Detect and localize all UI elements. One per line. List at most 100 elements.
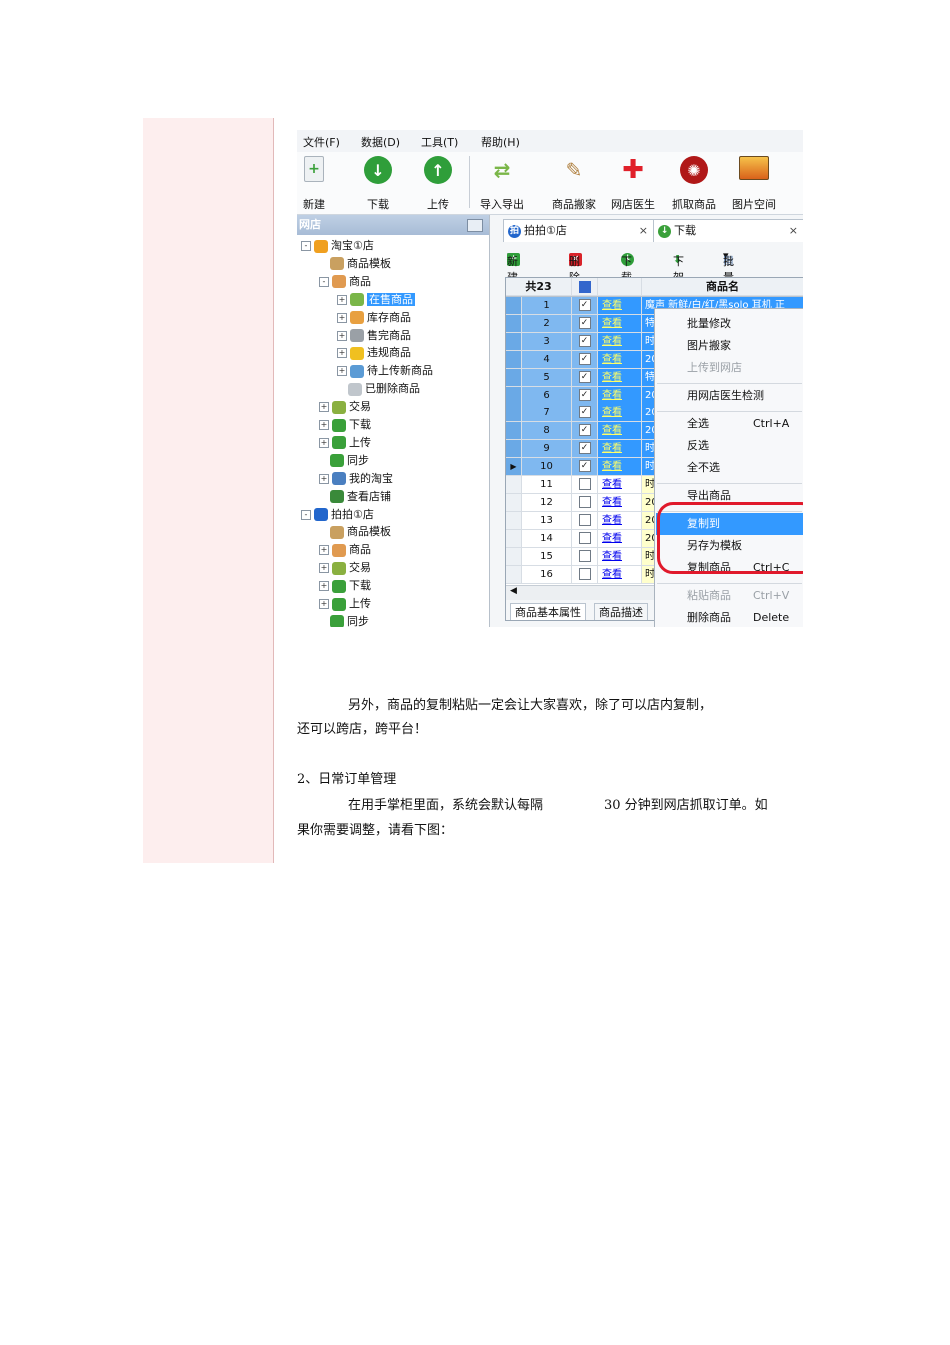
- tree-node[interactable]: + 上传: [319, 434, 371, 451]
- row-checkbox[interactable]: ✓: [578, 316, 591, 329]
- row-view-link-text[interactable]: 查看: [602, 497, 622, 508]
- row-view-link-text[interactable]: 查看: [602, 425, 622, 436]
- tree-expander-icon[interactable]: -: [301, 241, 311, 251]
- row-view-link-text[interactable]: 查看: [602, 390, 622, 401]
- row-checkbox-cell[interactable]: ✓: [572, 386, 598, 405]
- tree-expander-icon[interactable]: +: [337, 312, 347, 323]
- tree-node[interactable]: + 商品: [319, 541, 371, 558]
- tree-node[interactable]: + 下载: [319, 416, 371, 433]
- row-view-link-text[interactable]: 查看: [602, 551, 622, 562]
- row-checkbox[interactable]: [578, 549, 591, 562]
- tree-expander-icon[interactable]: +: [319, 599, 329, 609]
- row-checkbox-cell[interactable]: ✓: [572, 440, 598, 459]
- row-view-link[interactable]: 查看: [598, 511, 642, 530]
- row-checkbox[interactable]: [578, 567, 591, 580]
- row-checkbox-cell[interactable]: ✓: [572, 368, 598, 387]
- tree-node[interactable]: 同步: [319, 452, 369, 469]
- toolbar-image-space-button[interactable]: 图片空间: [729, 156, 779, 211]
- context-menu-item[interactable]: 批量修改: [687, 315, 731, 333]
- row-view-link[interactable]: 查看: [598, 404, 642, 423]
- tree-node[interactable]: 已删除商品: [337, 380, 420, 397]
- row-checkbox-cell[interactable]: [572, 547, 598, 566]
- context-menu-item[interactable]: 粘贴商品 Ctrl+V: [687, 587, 789, 605]
- row-checkbox-cell[interactable]: ✓: [572, 332, 598, 351]
- tree-node[interactable]: - 拍拍①店: [301, 506, 374, 523]
- row-view-link[interactable]: 查看: [598, 565, 642, 584]
- tree-node[interactable]: - 淘宝①店: [301, 237, 374, 254]
- row-checkbox-cell[interactable]: ✓: [572, 422, 598, 441]
- bottom-tab-desc[interactable]: 商品描述: [594, 603, 648, 620]
- row-view-link-text[interactable]: 查看: [602, 372, 622, 383]
- sub-new-button[interactable]: +新建 ▾: [507, 249, 520, 284]
- menu-file[interactable]: 文件(F): [303, 134, 340, 150]
- tree-node[interactable]: + 售完商品: [337, 327, 411, 344]
- context-menu-item[interactable]: 全选 Ctrl+A: [687, 415, 789, 433]
- row-checkbox[interactable]: [578, 478, 591, 490]
- row-checkbox[interactable]: ✓: [578, 299, 591, 311]
- context-menu-item[interactable]: 用网店医生检测: [687, 387, 764, 405]
- bottom-tab-basic[interactable]: 商品基本属性: [510, 603, 586, 620]
- select-all-checkbox[interactable]: [578, 281, 591, 293]
- tree-node[interactable]: + 在售商品: [337, 291, 415, 308]
- sub-batch-edit-button[interactable]: ▤ 批量修改 ▾: [723, 249, 734, 316]
- tree-node[interactable]: 查看店铺: [319, 488, 391, 505]
- tree-expander-icon[interactable]: -: [301, 509, 311, 520]
- tree-node[interactable]: - 商品: [319, 273, 371, 290]
- row-view-link[interactable]: 查看: [598, 386, 642, 405]
- context-menu-item[interactable]: 全不选: [687, 459, 720, 477]
- row-view-link-text[interactable]: 查看: [602, 407, 622, 418]
- context-menu-item[interactable]: 图片搬家: [687, 337, 731, 355]
- row-view-link[interactable]: 查看: [598, 368, 642, 387]
- pin-icon[interactable]: [467, 219, 483, 232]
- row-checkbox-cell[interactable]: ✓: [572, 350, 598, 369]
- row-view-link-text[interactable]: 查看: [602, 479, 622, 490]
- row-view-link-text[interactable]: 查看: [602, 569, 622, 580]
- toolbar-shop-doctor-button[interactable]: ✚ 网店医生: [608, 155, 658, 211]
- tab-paipai-shop[interactable]: 拍拍拍①店 ×: [503, 219, 655, 242]
- tree-expander-icon[interactable]: +: [319, 563, 329, 574]
- toolbar-new-button[interactable]: + 新建: [297, 156, 339, 211]
- row-view-link[interactable]: 查看: [598, 493, 642, 512]
- row-checkbox[interactable]: ✓: [578, 352, 591, 365]
- row-checkbox[interactable]: [578, 531, 591, 544]
- row-view-link[interactable]: 查看: [598, 547, 642, 566]
- tree-expander-icon[interactable]: +: [319, 581, 329, 592]
- context-menu-item[interactable]: 上传到网店: [687, 359, 742, 377]
- row-view-link[interactable]: 查看: [598, 332, 642, 351]
- tree-node[interactable]: + 库存商品: [337, 309, 411, 326]
- tree-expander-icon[interactable]: -: [319, 276, 329, 287]
- row-view-link[interactable]: 查看: [598, 529, 642, 548]
- tree-expander-icon[interactable]: +: [337, 348, 347, 359]
- row-view-link-text[interactable]: 查看: [602, 336, 622, 347]
- row-checkbox-cell[interactable]: [572, 511, 598, 530]
- row-view-link-text[interactable]: 查看: [602, 318, 622, 329]
- toolbar-upload-button[interactable]: ↑ 上传: [413, 156, 463, 211]
- tree-expander-icon[interactable]: +: [319, 420, 329, 430]
- row-checkbox[interactable]: ✓: [578, 334, 591, 347]
- tree-expander-icon[interactable]: +: [337, 330, 347, 341]
- row-view-link-text[interactable]: 查看: [602, 354, 622, 365]
- menu-help[interactable]: 帮助(H): [481, 134, 520, 150]
- toolbar-move-goods-button[interactable]: ✎ 商品搬家: [549, 156, 599, 211]
- row-view-link-text[interactable]: 查看: [602, 533, 622, 544]
- tree-node[interactable]: 同步: [319, 613, 369, 627]
- row-view-link[interactable]: 查看: [598, 440, 642, 459]
- tab-download[interactable]: ↓ 下载 ×: [653, 219, 803, 242]
- menu-tools[interactable]: 工具(T): [421, 134, 458, 150]
- toolbar-download-button[interactable]: ↓ 下载: [353, 156, 403, 211]
- tree-expander-icon[interactable]: +: [319, 437, 329, 448]
- tree-node[interactable]: + 我的淘宝: [319, 470, 393, 487]
- scroll-left-icon[interactable]: ◀: [510, 586, 517, 596]
- tree-expander-icon[interactable]: +: [319, 402, 329, 413]
- row-checkbox-cell[interactable]: [572, 565, 598, 584]
- row-view-link[interactable]: 查看: [598, 297, 642, 315]
- row-checkbox-cell[interactable]: [572, 476, 598, 494]
- row-view-link-text[interactable]: 查看: [602, 461, 622, 472]
- select-all-header[interactable]: [572, 278, 598, 296]
- tree-node[interactable]: + 违规商品: [337, 344, 411, 361]
- tree-node[interactable]: 商品模板: [319, 523, 391, 540]
- row-view-link-text[interactable]: 查看: [602, 443, 622, 454]
- row-checkbox[interactable]: ✓: [578, 460, 591, 473]
- row-view-link[interactable]: 查看: [598, 476, 642, 494]
- row-checkbox[interactable]: ✓: [578, 442, 591, 455]
